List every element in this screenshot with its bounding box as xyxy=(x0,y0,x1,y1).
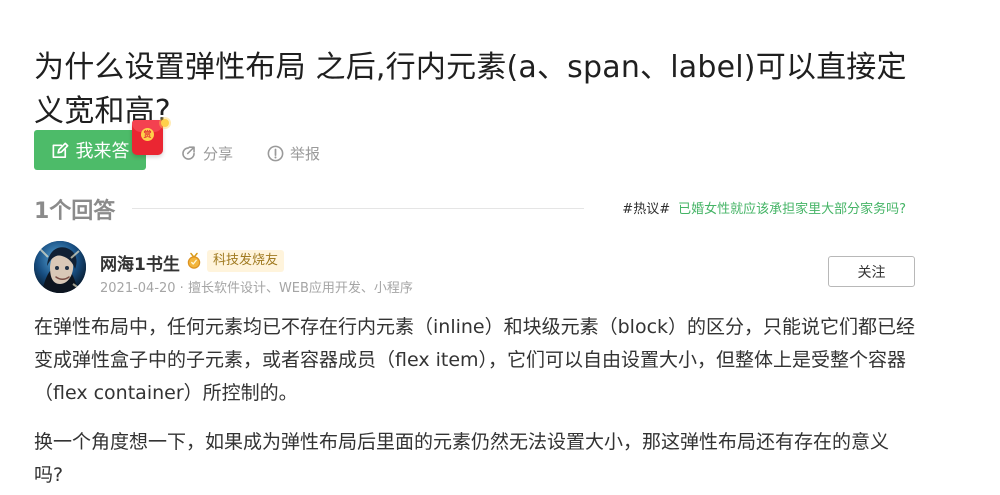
medal-icon xyxy=(187,252,201,269)
question-actions: 我来答 赏 分享 举报 xyxy=(34,119,494,172)
answer-section-header: 1个回答 #热议# 已婚女性就应该承担家里大部分家务吗? xyxy=(34,191,914,225)
author-badge: 科技发烧友 xyxy=(185,249,293,273)
answer-author-row: 网海1书生 科技发烧友 2021-04-20 · 擅长软件设计、WEB应用开发、… xyxy=(34,241,918,299)
answer-paragraph: 在弹性布局中，任何元素均已不存在行内元素（inline）和块级元素（block）… xyxy=(34,316,916,404)
section-divider xyxy=(132,208,584,209)
report-button[interactable]: 举报 xyxy=(266,141,320,165)
report-icon xyxy=(266,144,285,163)
red-packet-icon[interactable]: 赏 xyxy=(132,120,163,155)
question-title: 为什么设置弹性布局 之后,行内元素(a、span、label)可以直接定义宽和高… xyxy=(34,50,907,130)
hot-topic: #热议# 已婚女性就应该承担家里大部分家务吗? xyxy=(622,198,906,217)
answer-button[interactable]: 我来答 xyxy=(34,130,146,170)
answer-count: 1个回答 xyxy=(34,199,116,224)
zhidao-answer-page: 为什么设置弹性布局 之后,行内元素(a、span、label)可以直接定义宽和高… xyxy=(0,0,1000,495)
report-label: 举报 xyxy=(290,144,321,163)
hot-topic-link[interactable]: 已婚女性就应该承担家里大部分家务吗? xyxy=(678,202,906,217)
sparkle-icon xyxy=(161,119,169,127)
share-button[interactable]: 分享 xyxy=(179,141,233,165)
avatar[interactable] xyxy=(34,241,86,293)
edit-icon xyxy=(51,141,70,160)
author-badge-label: 科技发烧友 xyxy=(207,250,285,272)
author-name[interactable]: 网海1书生 xyxy=(100,250,180,275)
follow-button[interactable]: 关注 xyxy=(828,256,915,287)
answer-meta: 2021-04-20 · 擅长软件设计、WEB应用开发、小程序 xyxy=(100,281,413,296)
share-icon xyxy=(179,144,198,163)
hot-topic-tag: #热议# xyxy=(622,202,671,217)
answer-button-label: 我来答 xyxy=(75,141,130,162)
share-label: 分享 xyxy=(203,144,234,163)
answer-body: 在弹性布局中，任何元素均已不存在行内元素（inline）和块级元素（block）… xyxy=(34,311,918,492)
answer-paragraph: 换一个角度想一下，如果成为弹性布局后里面的元素仍然无法设置大小，那这弹性布局还有… xyxy=(34,431,890,486)
red-packet-label: 赏 xyxy=(141,128,154,141)
